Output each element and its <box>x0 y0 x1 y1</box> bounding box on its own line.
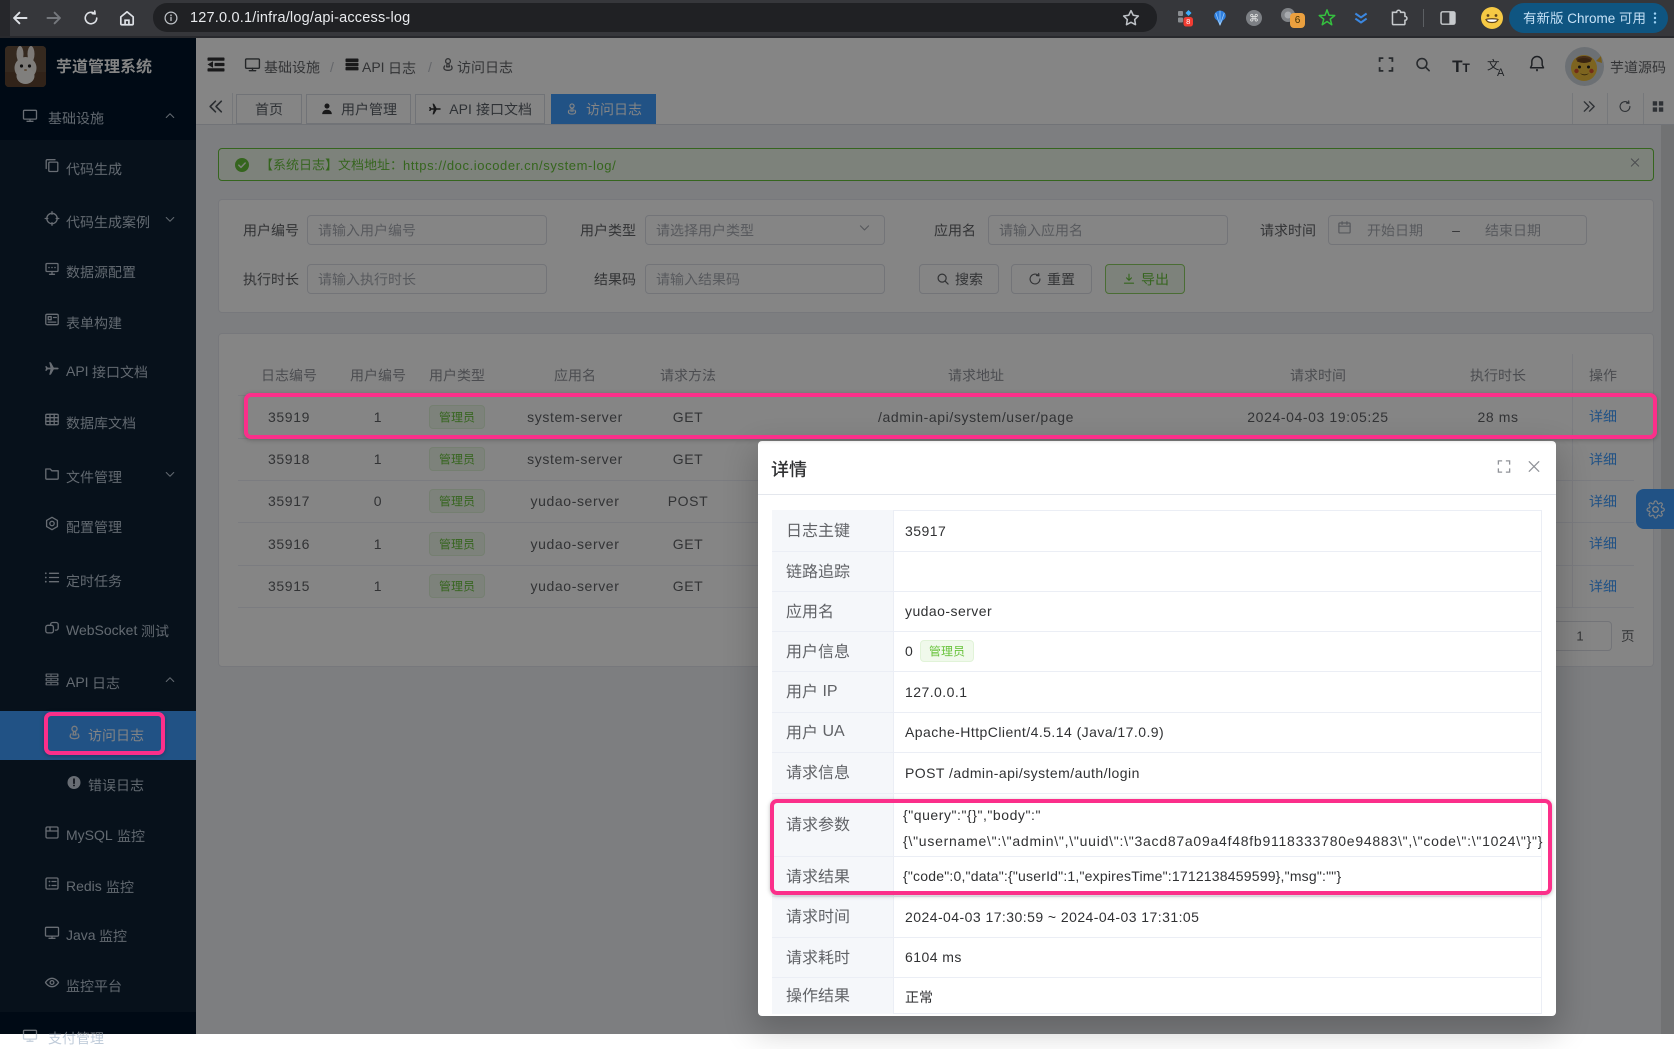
svg-text:8: 8 <box>1186 17 1190 26</box>
svg-text:⌘: ⌘ <box>1249 14 1259 25</box>
